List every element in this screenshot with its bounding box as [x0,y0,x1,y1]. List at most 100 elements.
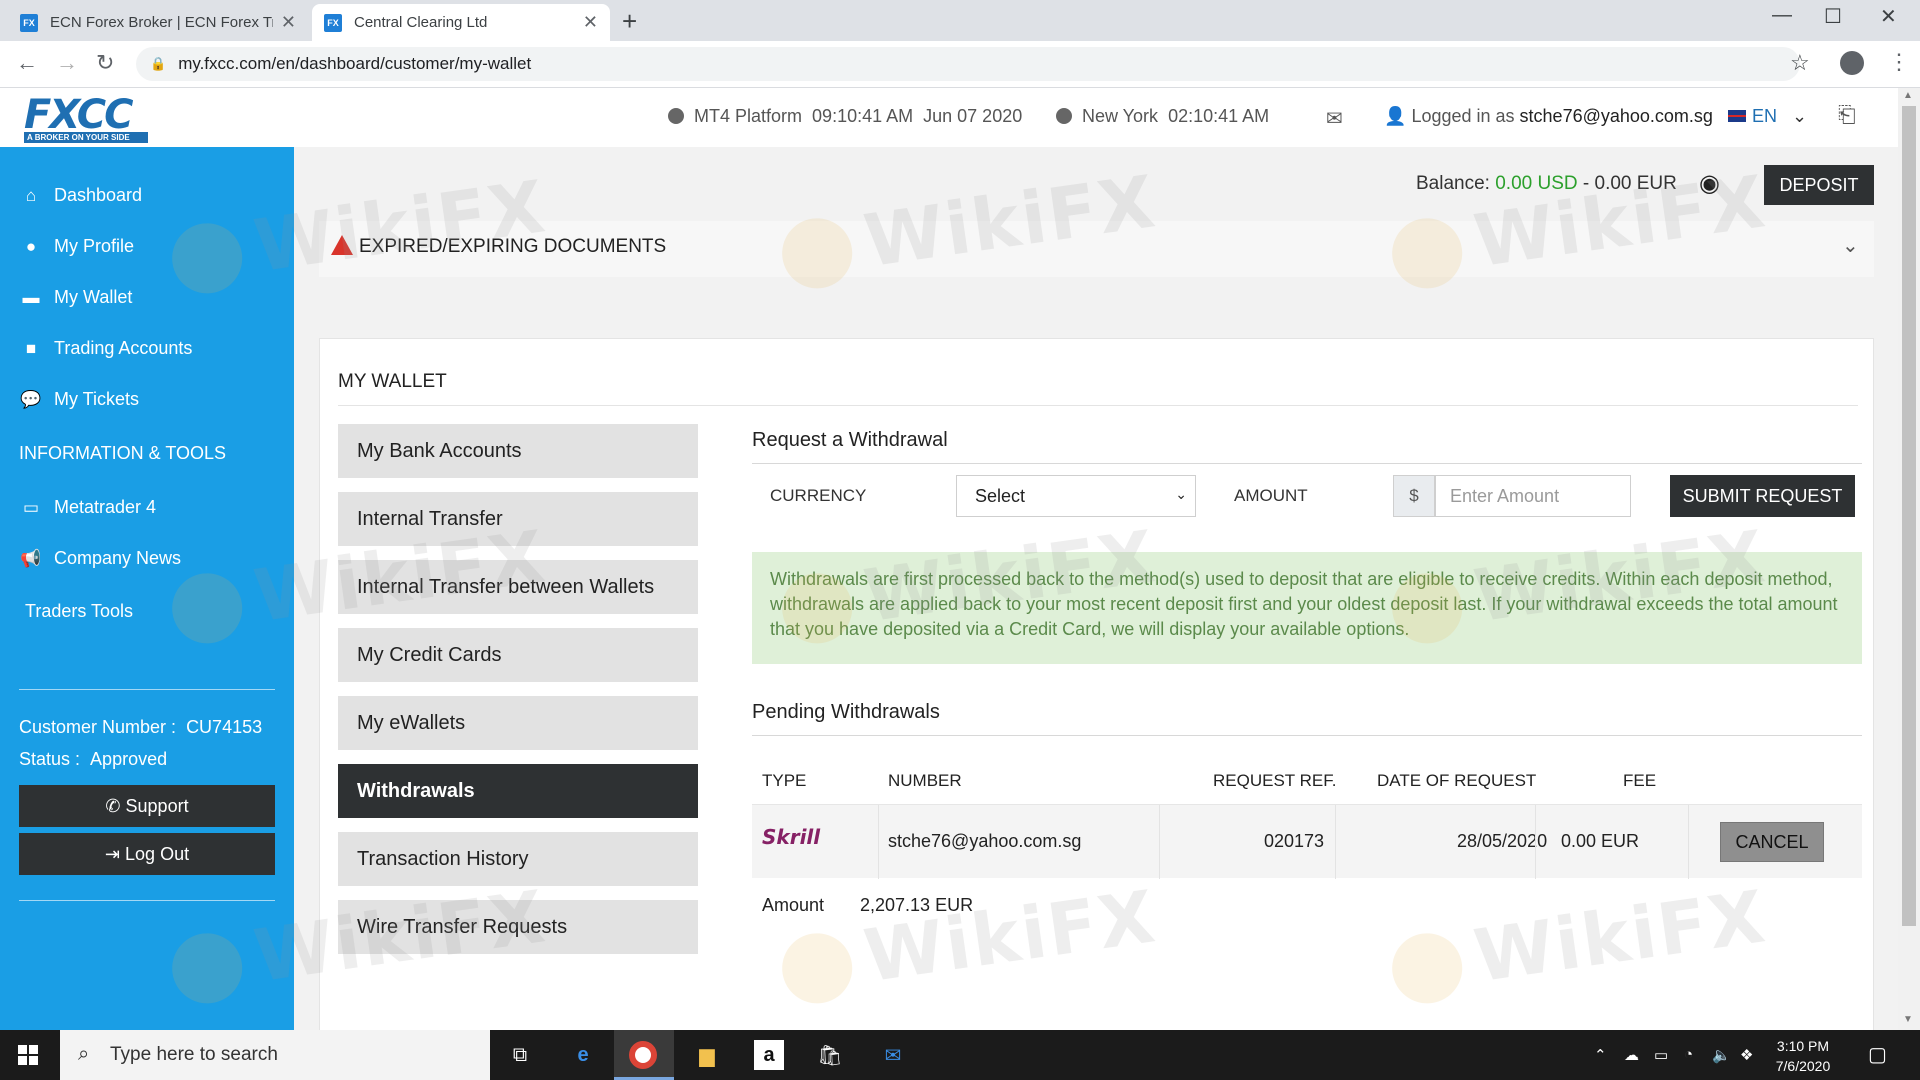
wallet-menu-transaction-history[interactable]: Transaction History [338,832,698,886]
edge-browser-icon[interactable]: e [568,1040,598,1070]
volume-icon[interactable]: 🔈 [1712,1046,1731,1064]
balance-label: Balance: [1416,173,1490,194]
megaphone-icon: 📢 [20,548,42,568]
close-window-icon[interactable]: ✕ [1880,4,1897,29]
minimize-icon[interactable]: — [1772,4,1792,27]
windows-start-icon[interactable] [18,1045,38,1065]
forward-icon[interactable]: → [56,50,78,76]
wallet-menu-withdrawals[interactable]: Withdrawals [338,764,698,818]
platform-time: 09:10:41 AM [812,106,914,126]
sidebar-item-label: Metatrader 4 [54,497,157,517]
logout-button[interactable]: ⇥ Log Out [19,833,275,875]
close-tab-icon[interactable]: ✕ [281,12,296,33]
sidebar-item-my-tickets[interactable]: 💬 My Tickets [20,389,139,410]
phone-icon: ✆ [105,795,121,816]
balance-eur: 0.00 EUR [1594,173,1677,194]
browser-tab-1[interactable]: FX ECN Forex Broker | ECN Forex Tra ✕ [8,4,308,41]
sidebar-divider [19,689,275,690]
cell-divider [1688,805,1689,879]
fxcc-logo[interactable]: FXCC A BROKER ON YOUR SIDE [24,92,152,143]
wallet-menu-internal-transfer-wallets[interactable]: Internal Transfer between Wallets [338,560,698,614]
maximize-icon[interactable]: ☐ [1824,4,1842,29]
back-icon[interactable]: ← [16,50,38,76]
page-scrollbar[interactable]: ▲ ▼ [1898,88,1920,1030]
amount-label: AMOUNT [1234,486,1308,505]
chevron-down-icon: ⌄ [1175,486,1187,502]
sidebar-item-company-news[interactable]: 📢 Company News [20,548,181,569]
battery-icon[interactable]: ▭ [1654,1046,1668,1064]
logged-in-prefix: Logged in as [1411,106,1515,126]
customer-status: Status : Approved [19,749,167,770]
sidebar-divider [19,900,275,901]
wallet-menu-my-ewallets[interactable]: My eWallets [338,696,698,750]
column-header-number: NUMBER [888,771,962,790]
account-icon[interactable] [1840,51,1864,75]
scroll-down-icon[interactable]: ▼ [1903,1014,1913,1025]
scroll-up-icon[interactable]: ▲ [1903,90,1913,101]
withdrawal-notice: Withdrawals are first processed back to … [752,552,1862,664]
logo-letters: FXCC [24,92,133,138]
search-placeholder: Type here to search [110,1044,278,1065]
url-field[interactable]: 🔒 my.fxcc.com/en/dashboard/customer/my-w… [136,47,1800,81]
cancel-button[interactable]: CANCEL [1720,822,1824,862]
column-header-date-of-request: DATE OF REQUEST [1377,771,1537,790]
amazon-icon[interactable]: a [754,1040,784,1070]
chat-icon: 💬 [20,389,42,409]
sidebar-item-dashboard[interactable]: ⌂ Dashboard [20,185,142,206]
new-tab-icon[interactable]: + [622,6,637,37]
hide-balance-icon[interactable]: ◉ [1699,169,1720,198]
sidebar-item-my-profile[interactable]: ● My Profile [20,236,134,257]
wallet-menu-my-bank-accounts[interactable]: My Bank Accounts [338,424,698,478]
language-code: EN [1752,106,1778,126]
wifi-icon[interactable]: ◔ [1684,1046,1693,1063]
wallet-menu-wire-transfer-requests[interactable]: Wire Transfer Requests [338,900,698,954]
chrome-browser-icon[interactable] [629,1041,657,1069]
tray-chevron-up-icon[interactable]: ⌃ [1594,1046,1607,1064]
close-tab-icon[interactable]: ✕ [583,12,598,33]
currency-select[interactable]: Select ⌄ [956,475,1196,517]
cell-divider [1335,805,1336,879]
exit-icon[interactable]: ⎗ [1838,102,1856,128]
divider [752,463,1862,464]
file-explorer-icon[interactable]: ▆ [692,1040,722,1070]
mail-icon[interactable]: ✉ [1326,106,1343,131]
sidebar-item-label: Trading Accounts [54,338,193,358]
pending-withdrawals-title: Pending Withdrawals [752,701,940,723]
language-selector[interactable]: EN ⌄ [1728,106,1807,127]
taskbar-clock[interactable]: 3:10 PM 7/6/2020 [1768,1036,1838,1076]
user-email: stche76@yahoo.com.sg [1519,106,1713,126]
browser-tab-2[interactable]: FX Central Clearing Ltd ✕ [312,4,610,41]
url-text: my.fxcc.com/en/dashboard/customer/my-wal… [178,54,532,73]
sidebar-item-trading-accounts[interactable]: ■ Trading Accounts [20,338,193,359]
amount-input[interactable] [1435,475,1631,517]
bookmark-star-icon[interactable]: ☆ [1790,50,1810,76]
scrollbar-thumb[interactable] [1902,106,1916,926]
onedrive-icon[interactable]: ☁ [1624,1046,1639,1064]
menu-kebab-icon[interactable]: ⋮ [1888,49,1910,75]
reload-icon[interactable]: ↻ [96,50,114,76]
deposit-button[interactable]: DEPOSIT [1764,165,1874,205]
expired-documents-panel[interactable]: EXPIRED/EXPIRING DOCUMENTS ⌄ [319,221,1874,277]
cell-divider [878,805,879,879]
chevron-down-icon[interactable]: ⌄ [1842,233,1859,258]
taskbar-search[interactable]: ⌕ Type here to search [60,1030,490,1080]
support-button[interactable]: ✆ Support [19,785,275,827]
dropbox-icon[interactable]: ❖ [1740,1046,1753,1064]
wallet-menu-my-credit-cards[interactable]: My Credit Cards [338,628,698,682]
mail-app-icon[interactable]: ✉ [878,1040,908,1070]
sidebar-item-metatrader-4[interactable]: ▭ Metatrader 4 [20,497,156,518]
task-view-icon[interactable]: ⧉ [505,1040,535,1070]
taskbar: ⌕ Type here to search ⧉ e ▆ a 🛍 ✉ ⌃ ☁ ▭ … [0,1030,1920,1080]
my-wallet-card: MY WALLET My Bank Accounts Internal Tran… [319,338,1874,1030]
sidebar-item-traders-tools[interactable]: Traders Tools [25,601,133,622]
submit-request-button[interactable]: SUBMIT REQUEST [1670,475,1855,517]
city-label: New York [1082,106,1159,126]
column-header-type: TYPE [762,771,807,790]
lock-icon: 🔒 [150,56,167,71]
store-icon[interactable]: 🛍 [815,1040,845,1070]
sidebar-item-my-wallet[interactable]: ▬ My Wallet [20,287,133,308]
divider [752,735,1862,736]
balance-display: Balance: 0.00 USD - 0.00 EUR [1416,173,1677,195]
wallet-menu-internal-transfer[interactable]: Internal Transfer [338,492,698,546]
notifications-icon[interactable]: ▢ [1868,1042,1887,1067]
